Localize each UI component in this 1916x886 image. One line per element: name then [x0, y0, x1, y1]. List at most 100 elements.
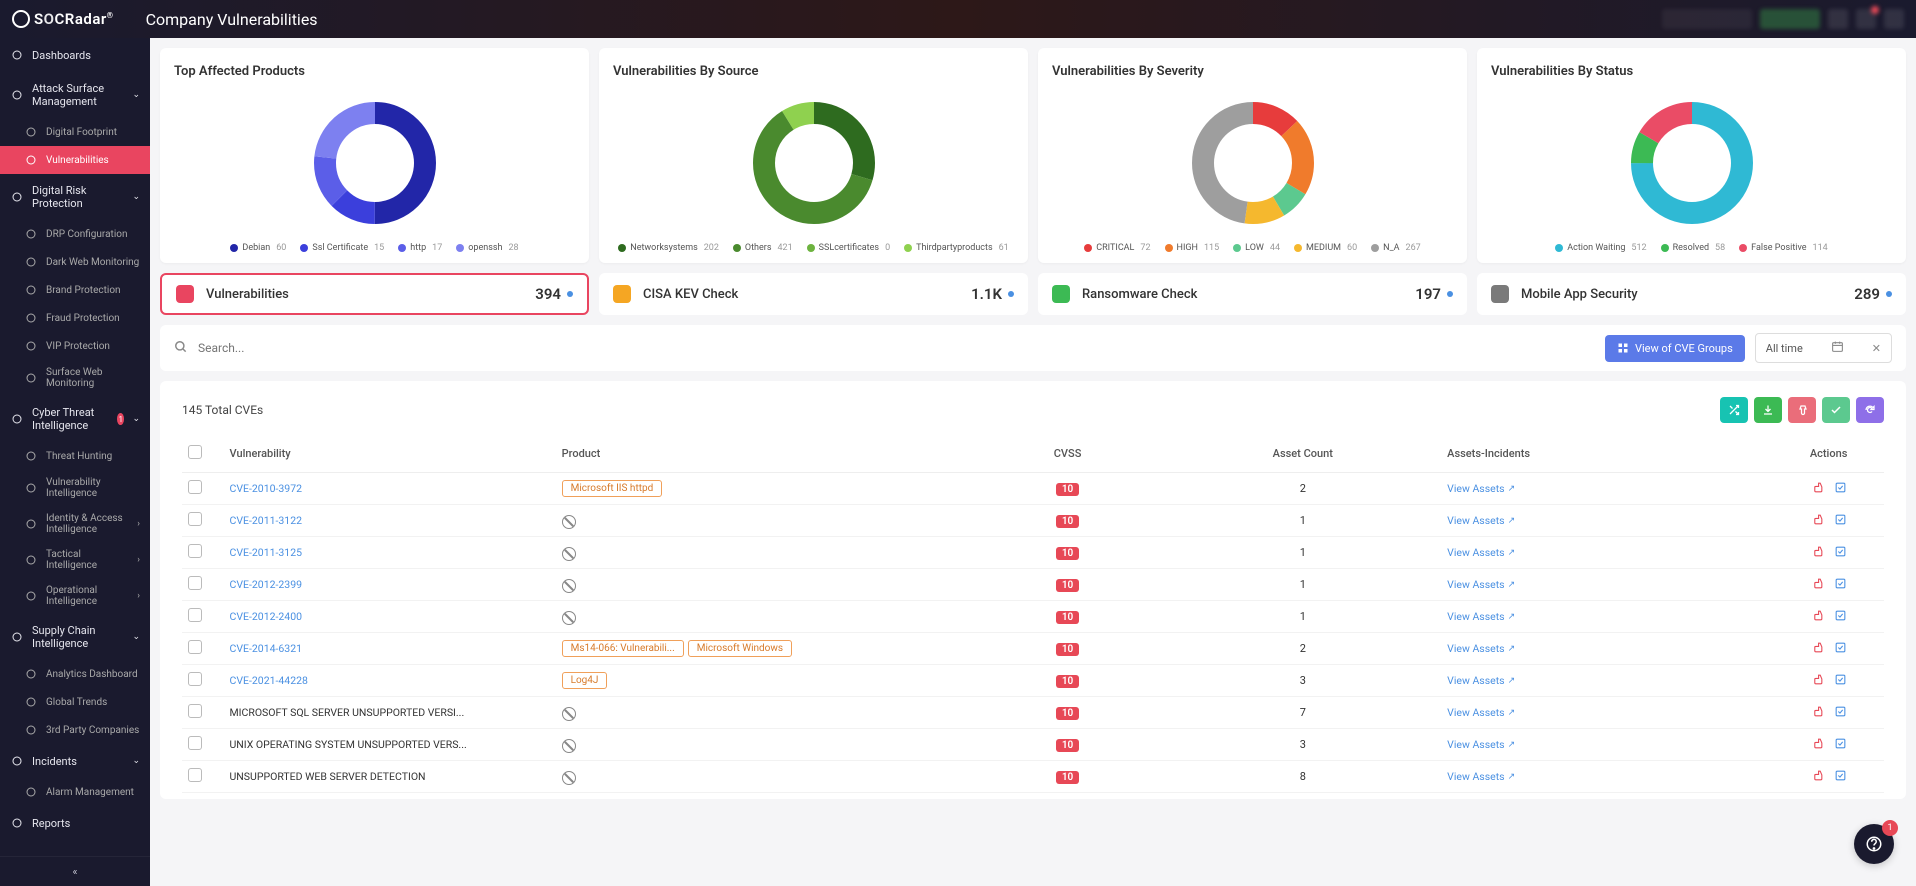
edit-button[interactable] — [1834, 609, 1847, 625]
sidebar-item-dashboards[interactable]: Dashboards — [0, 38, 150, 72]
product-tag[interactable]: Log4J — [562, 672, 608, 689]
thumbs-down-button[interactable] — [1811, 609, 1824, 625]
header-user-chip[interactable] — [1662, 9, 1752, 29]
row-checkbox[interactable] — [188, 640, 202, 654]
legend-item[interactable]: http17 — [398, 243, 442, 253]
edit-button[interactable] — [1834, 769, 1847, 785]
stat-card-vulnerabilities[interactable]: Vulnerabilities 394 — [160, 273, 589, 315]
sidebar-item-cyber-threat-intelligence[interactable]: Cyber Threat Intelligence1⌄ — [0, 396, 150, 442]
thumbs-down-button[interactable] — [1811, 641, 1824, 657]
sidebar-item-alarm-management[interactable]: Alarm Management — [0, 778, 150, 806]
thumbs-down-button[interactable] — [1811, 577, 1824, 593]
col-asset-count[interactable]: Asset Count — [1164, 435, 1441, 473]
sidebar-item-threat-hunting[interactable]: Threat Hunting — [0, 442, 150, 470]
legend-item[interactable]: SSLcertificates0 — [807, 243, 890, 253]
cve-link[interactable]: CVE-2011-3122 — [230, 514, 303, 527]
sidebar-item-global-trends[interactable]: Global Trends — [0, 688, 150, 716]
view-assets-link[interactable]: View Assets ↗ — [1447, 674, 1515, 687]
sidebar-item-fraud-protection[interactable]: Fraud Protection — [0, 304, 150, 332]
brand-logo[interactable]: SOCRadar® — [12, 10, 114, 28]
legend-item[interactable]: MEDIUM60 — [1294, 243, 1357, 253]
view-assets-link[interactable]: View Assets ↗ — [1447, 770, 1515, 783]
edit-button[interactable] — [1834, 737, 1847, 753]
header-status-chip[interactable] — [1760, 9, 1820, 29]
view-assets-link[interactable]: View Assets ↗ — [1447, 610, 1515, 623]
legend-item[interactable]: Debian60 — [230, 243, 286, 253]
view-assets-link[interactable]: View Assets ↗ — [1447, 482, 1515, 495]
time-filter-select[interactable]: All time ✕ — [1755, 333, 1892, 363]
edit-button[interactable] — [1834, 545, 1847, 561]
approve-button[interactable] — [1822, 397, 1850, 423]
product-tag[interactable]: Microsoft Windows — [688, 640, 792, 657]
sidebar-item-incidents[interactable]: Incidents⌄ — [0, 744, 150, 778]
reject-button[interactable] — [1788, 397, 1816, 423]
cve-link[interactable]: CVE-2010-3972 — [230, 482, 303, 495]
stat-card-ransomware-check[interactable]: Ransomware Check 197 — [1038, 273, 1467, 315]
header-util-1-icon[interactable] — [1828, 9, 1848, 29]
sidebar-item-3rd-party-companies[interactable]: 3rd Party Companies — [0, 716, 150, 744]
sidebar-collapse-button[interactable]: « — [0, 856, 150, 886]
download-button[interactable] — [1754, 397, 1782, 423]
legend-item[interactable]: LOW44 — [1233, 243, 1280, 253]
view-assets-link[interactable]: View Assets ↗ — [1447, 514, 1515, 527]
edit-button[interactable] — [1834, 673, 1847, 689]
legend-item[interactable]: Ssl Certificate15 — [300, 243, 384, 253]
col-vulnerability[interactable]: Vulnerability — [224, 435, 556, 473]
view-assets-link[interactable]: View Assets ↗ — [1447, 642, 1515, 655]
legend-item[interactable]: Thirdpartyproducts61 — [904, 243, 1009, 253]
select-all-checkbox[interactable] — [188, 445, 202, 459]
view-cve-groups-button[interactable]: View of CVE Groups — [1605, 335, 1745, 362]
sidebar-item-brand-protection[interactable]: Brand Protection — [0, 276, 150, 304]
sidebar-item-drp-configuration[interactable]: DRP Configuration — [0, 220, 150, 248]
legend-item[interactable]: HIGH115 — [1165, 243, 1220, 253]
sidebar-item-vulnerabilities[interactable]: Vulnerabilities — [0, 146, 150, 174]
sidebar-item-surface-web-monitoring[interactable]: Surface Web Monitoring — [0, 360, 150, 396]
row-checkbox[interactable] — [188, 672, 202, 686]
col-assets-incidents[interactable]: Assets-Incidents — [1441, 435, 1773, 473]
row-checkbox[interactable] — [188, 544, 202, 558]
sidebar-item-analytics-dashboard[interactable]: Analytics Dashboard — [0, 660, 150, 688]
col-product[interactable]: Product — [556, 435, 971, 473]
legend-item[interactable]: N_A267 — [1371, 243, 1421, 253]
sidebar-item-dark-web-monitoring[interactable]: Dark Web Monitoring — [0, 248, 150, 276]
header-notification-icon[interactable] — [1856, 9, 1876, 29]
header-util-2-icon[interactable] — [1884, 9, 1904, 29]
thumbs-down-button[interactable] — [1811, 545, 1824, 561]
legend-item[interactable]: Others421 — [733, 243, 793, 253]
col-cvss[interactable]: CVSS — [971, 435, 1165, 473]
legend-item[interactable]: Resolved58 — [1661, 243, 1726, 253]
refresh-button[interactable] — [1856, 397, 1884, 423]
thumbs-down-button[interactable] — [1811, 481, 1824, 497]
help-fab[interactable]: 1 — [1854, 824, 1894, 864]
edit-button[interactable] — [1834, 577, 1847, 593]
thumbs-down-button[interactable] — [1811, 737, 1824, 753]
row-checkbox[interactable] — [188, 704, 202, 718]
view-assets-link[interactable]: View Assets ↗ — [1447, 706, 1515, 719]
legend-item[interactable]: Action Waiting512 — [1555, 243, 1646, 253]
shuffle-button[interactable] — [1720, 397, 1748, 423]
thumbs-down-button[interactable] — [1811, 513, 1824, 529]
sidebar-item-operational-intelligence[interactable]: Operational Intelligence› — [0, 578, 150, 614]
edit-button[interactable] — [1834, 481, 1847, 497]
sidebar-item-digital-risk-protection[interactable]: Digital Risk Protection⌄ — [0, 174, 150, 220]
clear-time-icon[interactable]: ✕ — [1872, 342, 1881, 355]
cve-link[interactable]: CVE-2012-2399 — [230, 578, 303, 591]
row-checkbox[interactable] — [188, 736, 202, 750]
legend-item[interactable]: openssh28 — [456, 243, 518, 253]
sidebar-item-vip-protection[interactable]: VIP Protection — [0, 332, 150, 360]
sidebar-item-supply-chain-intelligence[interactable]: Supply Chain Intelligence⌄ — [0, 614, 150, 660]
sidebar-item-reports[interactable]: Reports — [0, 806, 150, 840]
view-assets-link[interactable]: View Assets ↗ — [1447, 578, 1515, 591]
cve-link[interactable]: CVE-2012-2400 — [230, 610, 303, 623]
sidebar-item-digital-footprint[interactable]: Digital Footprint — [0, 118, 150, 146]
row-checkbox[interactable] — [188, 768, 202, 782]
edit-button[interactable] — [1834, 513, 1847, 529]
view-assets-link[interactable]: View Assets ↗ — [1447, 738, 1515, 751]
legend-item[interactable]: Networksystems202 — [618, 243, 719, 253]
legend-item[interactable]: False Positive114 — [1739, 243, 1828, 253]
sidebar-item-attack-surface-management[interactable]: Attack Surface Management⌄ — [0, 72, 150, 118]
edit-button[interactable] — [1834, 705, 1847, 721]
view-assets-link[interactable]: View Assets ↗ — [1447, 546, 1515, 559]
sidebar-item-tactical-intelligence[interactable]: Tactical Intelligence› — [0, 542, 150, 578]
thumbs-down-button[interactable] — [1811, 705, 1824, 721]
